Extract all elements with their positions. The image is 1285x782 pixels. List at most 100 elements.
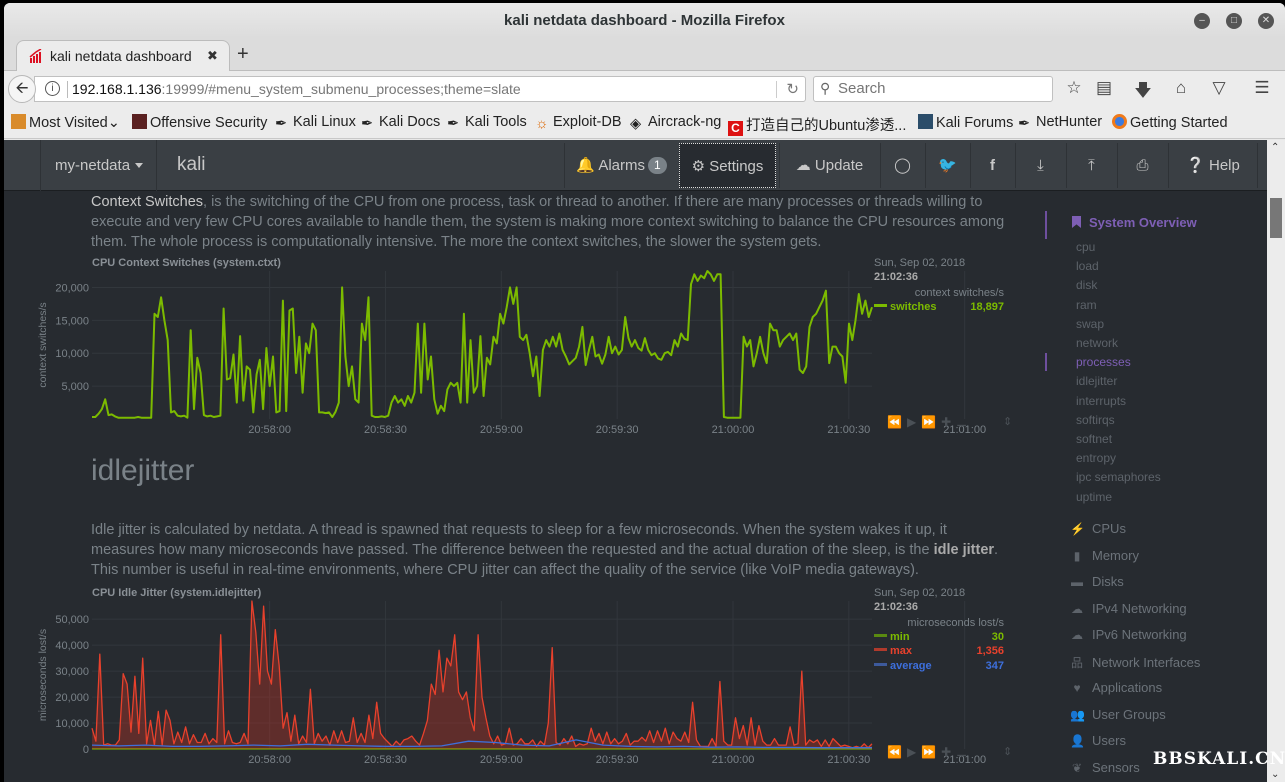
bookmark-kali-forums[interactable]: Kali Forums	[918, 114, 1013, 131]
github-button[interactable]: ◯	[880, 143, 924, 188]
sidebar-item-cpu[interactable]: cpu	[1076, 240, 1095, 254]
firefox-window: kali netdata dashboard - Mozilla Firefox…	[4, 3, 1285, 782]
info-icon[interactable]: i	[45, 81, 60, 96]
zoom-out-icon[interactable]: ⚊	[956, 745, 972, 759]
sidebar-item-ram[interactable]: ram	[1076, 298, 1097, 312]
sidebar-item-processes[interactable]: processes	[1076, 355, 1131, 369]
sidebar-item-softirqs[interactable]: softirqs	[1076, 413, 1115, 427]
close-button[interactable]: ✕	[1258, 13, 1274, 29]
scroll-up-icon[interactable]: ⌃	[1271, 142, 1279, 153]
bookmark-kali-tools[interactable]: ✒ Kali Tools	[447, 114, 527, 132]
search-icon: ⚲	[820, 80, 831, 96]
bookmark-ubuntu[interactable]: C 打造自己的Ubuntu渗透...	[728, 114, 906, 136]
ctxt-plot[interactable]: 5,000 10,000 15,000 20,000 20:58:00 20:58:30 2…	[32, 257, 1022, 442]
chart-context-switches[interactable]: CPU Context Switches (system.ctxt) 5,000…	[32, 257, 1022, 442]
legend-swatch	[874, 663, 887, 666]
upload-snapshot-button[interactable]: ⤒	[1066, 143, 1116, 188]
bookmark-nethunter[interactable]: ✒ NetHunter	[1018, 114, 1103, 132]
rewind-icon[interactable]: ⏪	[887, 415, 907, 429]
reading-list-icon[interactable]: ▤	[1092, 78, 1116, 98]
rewind-icon[interactable]: ⏪	[887, 745, 907, 759]
play-icon[interactable]: ▶	[907, 745, 921, 759]
hamburger-menu-icon[interactable]: ☰	[1250, 78, 1274, 98]
sidebar-item-swap[interactable]: swap	[1076, 317, 1104, 331]
resize-handle-icon[interactable]: ⇕	[1003, 415, 1012, 428]
sidebar-item-network[interactable]: network	[1076, 336, 1118, 350]
url-bar[interactable]: i 192.168.1.136:19999/#menu_system_subme…	[34, 76, 806, 102]
resize-handle-icon[interactable]: ⇕	[1003, 745, 1012, 758]
y-tick-label: 0	[83, 744, 89, 756]
sidebar-item-idlejitter[interactable]: idlejitter	[1076, 374, 1117, 388]
legend-entry-min[interactable]: min 30	[874, 631, 1004, 643]
sidebar-menu-applications[interactable]: ♥ Applications	[1070, 680, 1162, 695]
user-icon: 👤	[1070, 734, 1085, 748]
search-input[interactable]	[838, 80, 1038, 97]
zoom-out-icon[interactable]: ⚊	[956, 415, 972, 429]
alarms-button[interactable]: 🔔 Alarms 1	[564, 143, 678, 188]
sidebar-item-disk[interactable]: disk	[1076, 278, 1097, 292]
page-scrollbar[interactable]: ⌃ ⌄	[1267, 140, 1285, 782]
zoom-in-icon[interactable]: ✚	[941, 745, 956, 759]
idlejitter-plot[interactable]: 0 10,000 20,000 30,000 40,000 50,000 20:58:00 2…	[32, 587, 1022, 772]
sidebar-item-ipc-semaphores[interactable]: ipc semaphores	[1076, 470, 1161, 484]
minimize-button[interactable]: –	[1194, 13, 1210, 29]
sidebar-menu-memory[interactable]: ▮ Memory	[1070, 548, 1139, 563]
sidebar-item-uptime[interactable]: uptime	[1076, 490, 1112, 504]
sidebar-menu-network-interfaces[interactable]: 品 Network Interfaces	[1070, 654, 1200, 671]
sidebar-menu-cpus[interactable]: ⚡ CPUs	[1070, 521, 1126, 536]
back-button[interactable]: 🡨	[8, 75, 36, 103]
sidebar-item-interrupts[interactable]: interrupts	[1076, 394, 1126, 408]
y-tick-label: 50,000	[55, 614, 89, 626]
my-netdata-dropdown[interactable]: my-netdata	[55, 157, 144, 174]
legend-entry-average[interactable]: average 347	[874, 660, 1004, 672]
play-icon[interactable]: ▶	[907, 415, 921, 429]
help-button[interactable]: ❔ Help	[1168, 143, 1258, 188]
scroll-down-icon[interactable]: ⌄	[1271, 769, 1279, 780]
bookmark-exploit-db[interactable]: ☼ Exploit-DB	[535, 114, 622, 132]
forward-icon[interactable]: ⏩	[921, 745, 941, 759]
new-tab-button[interactable]: +	[237, 43, 249, 66]
bookmark-kali-docs[interactable]: ✒ Kali Docs	[361, 114, 440, 132]
sidebar-item-load[interactable]: load	[1076, 259, 1099, 273]
bookmark-offensive-security[interactable]: Offensive Security	[132, 114, 267, 131]
sidebar-menu-user-groups[interactable]: 👥 User Groups	[1070, 707, 1166, 722]
sidebar-item-entropy[interactable]: entropy	[1076, 451, 1116, 465]
bookmark-label: NetHunter	[1036, 114, 1103, 130]
search-box[interactable]: ⚲	[813, 76, 1053, 102]
tab-close-icon[interactable]: ✖	[207, 48, 218, 64]
pocket-icon[interactable]: ▽	[1207, 78, 1231, 98]
tab-netdata[interactable]: kali netdata dashboard ✖	[16, 40, 230, 72]
y-tick-label: 40,000	[55, 640, 89, 652]
hdd-icon: ▬	[1071, 575, 1083, 589]
url-text[interactable]: 192.168.1.136:19999/#menu_system_submenu…	[72, 81, 521, 97]
download-snapshot-button[interactable]: ⤓	[1015, 143, 1065, 188]
sidebar-menu-sensors[interactable]: ❦ Sensors	[1070, 760, 1140, 775]
reload-icon[interactable]: ↻	[786, 80, 799, 98]
legend-entry-max[interactable]: max 1,356	[874, 645, 1004, 657]
maximize-button[interactable]: □	[1226, 13, 1242, 29]
settings-button[interactable]: ⚙ Settings	[679, 143, 776, 188]
scrollbar-thumb[interactable]	[1270, 198, 1282, 238]
bookmark-aircrack-ng[interactable]: ◈ Aircrack-ng	[630, 114, 721, 132]
sidebar-section-system-overview[interactable]: System Overview	[1072, 215, 1197, 230]
bookmark-kali-linux[interactable]: ✒ Kali Linux	[275, 114, 356, 132]
forward-icon[interactable]: ⏩	[921, 415, 941, 429]
sidebar-menu-ipv6-networking[interactable]: ☁ IPv6 Networking	[1070, 627, 1187, 642]
sidebar-item-softnet[interactable]: softnet	[1076, 432, 1112, 446]
sidebar-menu-ipv4-networking[interactable]: ☁ IPv4 Networking	[1070, 601, 1187, 616]
facebook-button[interactable]: f	[970, 143, 1014, 188]
zoom-in-icon[interactable]: ✚	[941, 415, 956, 429]
bookmark-getting-started[interactable]: Getting Started	[1112, 114, 1228, 131]
legend-entry-switches[interactable]: switches 18,897	[874, 301, 1004, 313]
print-button[interactable]: ⎙	[1117, 143, 1167, 188]
bookmark-star-icon[interactable]: ☆	[1062, 78, 1086, 98]
chart-idle-jitter[interactable]: CPU Idle Jitter (system.idlejitter) 0 10,…	[32, 587, 1022, 772]
home-icon[interactable]: ⌂	[1169, 78, 1193, 98]
sidebar-menu-disks[interactable]: ▬ Disks	[1070, 574, 1124, 589]
sidebar-menu-users[interactable]: 👤 Users	[1070, 733, 1126, 748]
update-button[interactable]: ☁ Update	[779, 143, 879, 188]
twitter-button[interactable]: 🐦	[925, 143, 969, 188]
bell-icon: 🔔	[576, 157, 595, 174]
bookmark-most-visited[interactable]: Most Visited⌄	[11, 114, 120, 131]
downloads-icon[interactable]: 🡇	[1131, 78, 1155, 107]
